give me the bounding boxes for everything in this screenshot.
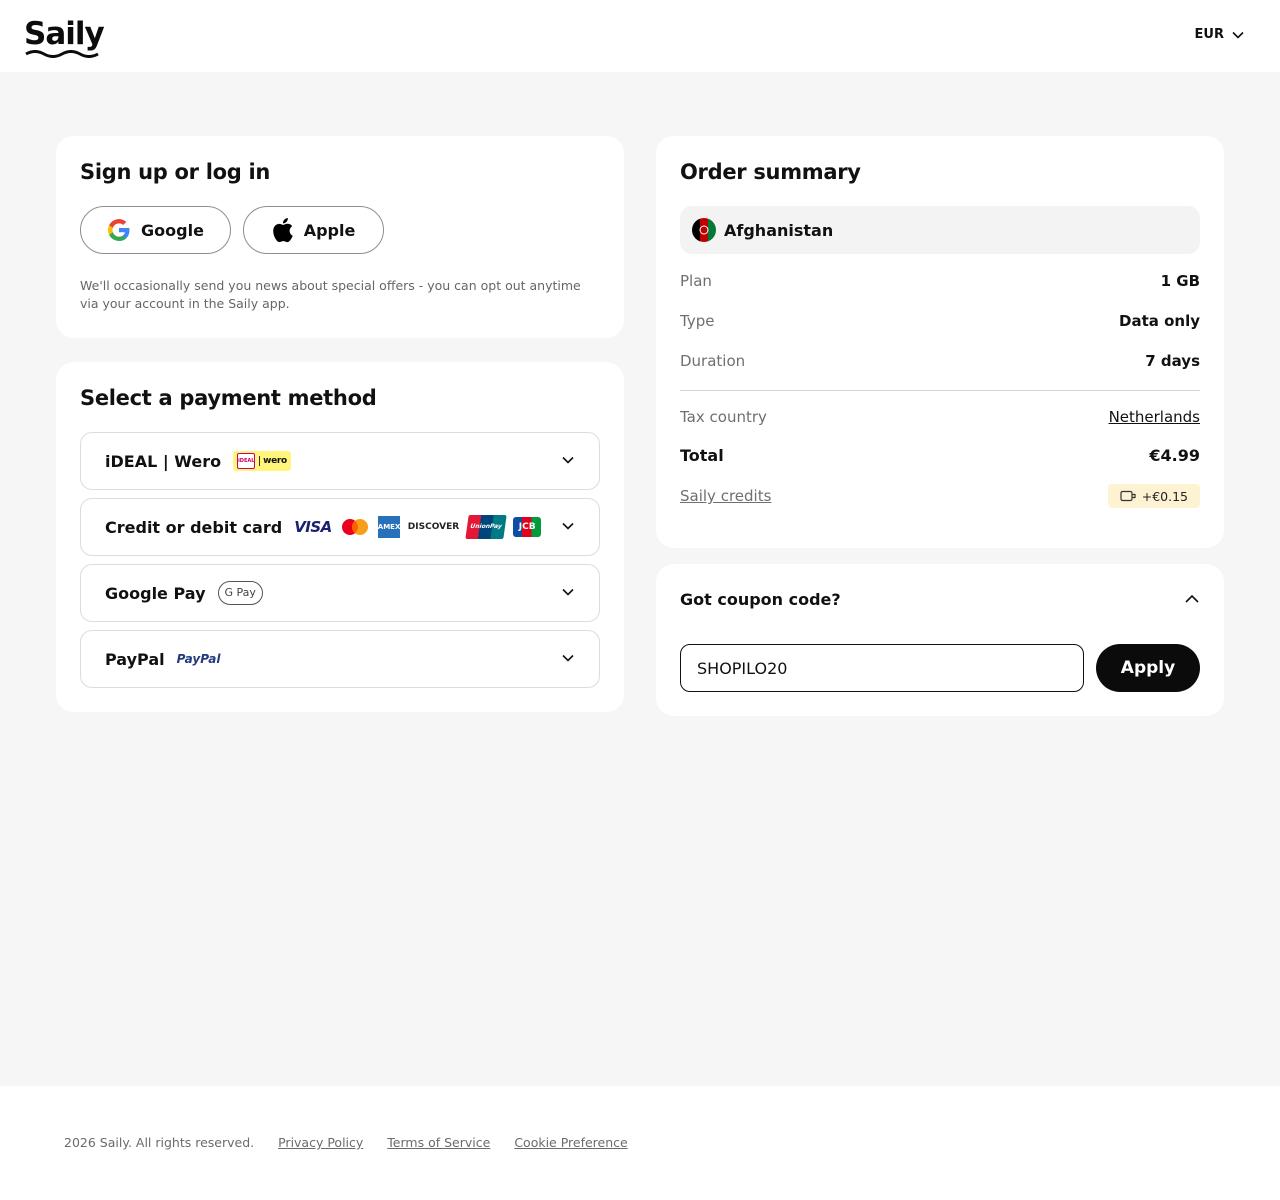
apple-button-label: Apple xyxy=(303,220,356,240)
order-summary-title: Order summary xyxy=(680,160,861,184)
chevron-down-icon xyxy=(562,588,574,596)
tax-country-link[interactable]: Netherlands xyxy=(1109,408,1200,426)
terms-of-service-link[interactable]: Terms of Service xyxy=(387,1135,490,1150)
summary-value: Data only xyxy=(1119,312,1200,330)
summary-row-tax-country: Tax country Netherlands xyxy=(680,408,1200,426)
logo-text: Saily xyxy=(24,16,105,52)
coupon-code-input[interactable] xyxy=(680,644,1084,692)
saily-credits-link[interactable]: Saily credits xyxy=(680,487,771,505)
payment-option-card[interactable]: Credit or debit card VISA AMEX DISCOVER … xyxy=(80,498,600,556)
signup-title: Sign up or log in xyxy=(80,160,271,184)
summary-divider xyxy=(680,390,1200,391)
currency-label: EUR xyxy=(1194,27,1224,42)
wallet-icon xyxy=(1120,490,1136,502)
wero-icon: wero xyxy=(259,456,287,466)
order-summary-card: Order summary Afghanistan Plan 1 GB Type… xyxy=(656,136,1224,548)
payment-option-paypal[interactable]: PayPal PayPal xyxy=(80,630,600,688)
apple-login-button[interactable]: Apple xyxy=(243,206,384,254)
discover-icon: DISCOVER xyxy=(407,522,460,532)
total-label: Total xyxy=(680,446,724,465)
signup-card: Sign up or log in Google Apple We'll occ… xyxy=(56,136,624,338)
afghanistan-flag-icon xyxy=(692,218,716,242)
payment-option-label: Google Pay xyxy=(105,583,206,603)
summary-value: 1 GB xyxy=(1160,272,1200,290)
total-value: €4.99 xyxy=(1149,446,1200,465)
chevron-up-icon[interactable] xyxy=(1184,592,1200,606)
summary-row-plan: Plan 1 GB xyxy=(680,272,1200,290)
payment-option-google-pay[interactable]: Google Pay G Pay xyxy=(80,564,600,622)
chevron-down-icon xyxy=(562,456,574,464)
summary-row-total: Total €4.99 xyxy=(680,446,1200,465)
google-login-button[interactable]: Google xyxy=(80,206,231,254)
apple-icon xyxy=(272,218,293,243)
amex-icon: AMEX xyxy=(377,516,400,538)
visa-icon: VISA xyxy=(294,518,332,536)
privacy-policy-link[interactable]: Privacy Policy xyxy=(278,1135,363,1150)
payment-option-label: Credit or debit card xyxy=(105,517,283,537)
google-icon xyxy=(108,219,130,241)
summary-row-duration: Duration 7 days xyxy=(680,352,1200,370)
chevron-down-icon xyxy=(562,522,574,530)
ideal-wero-logo: iDEAL wero xyxy=(233,451,291,471)
saily-logo[interactable]: Saily xyxy=(24,16,105,58)
country-chip: Afghanistan xyxy=(680,206,1200,254)
top-header: Saily EUR xyxy=(0,0,1280,72)
paypal-icon: PayPal xyxy=(176,652,221,666)
payment-method-card: Select a payment method iDEAL | Wero iDE… xyxy=(56,362,624,712)
newsletter-disclaimer: We'll occasionally send you news about s… xyxy=(80,278,581,311)
unionpay-icon: UnionPay xyxy=(465,515,507,539)
payment-option-ideal-wero[interactable]: iDEAL | Wero iDEAL wero xyxy=(80,432,600,490)
chevron-down-icon xyxy=(1232,31,1244,39)
country-name: Afghanistan xyxy=(724,220,834,240)
summary-key: Type xyxy=(680,312,715,330)
google-pay-icon: G Pay xyxy=(217,581,263,605)
copyright-text: 2026 Saily. All rights reserved. xyxy=(64,1135,255,1150)
mastercard-icon xyxy=(341,519,368,535)
footer-content: 2026 Saily. All rights reserved. Privacy… xyxy=(64,1135,628,1150)
summary-value: 7 days xyxy=(1145,352,1200,370)
summary-key: Plan xyxy=(680,272,712,290)
summary-row-type: Type Data only xyxy=(680,312,1200,330)
logo-wave-icon xyxy=(25,50,99,58)
page-footer: 2026 Saily. All rights reserved. Privacy… xyxy=(0,1086,1280,1200)
currency-selector[interactable]: EUR xyxy=(1195,27,1244,42)
tax-country-label: Tax country xyxy=(680,408,767,426)
coupon-card: Got coupon code? Apply xyxy=(656,564,1224,716)
google-button-label: Google xyxy=(141,220,204,240)
summary-key: Duration xyxy=(680,352,746,370)
credits-value: +€0.15 xyxy=(1141,488,1188,504)
credits-badge: +€0.15 xyxy=(1107,484,1200,508)
payment-option-label: PayPal xyxy=(105,649,165,669)
apply-coupon-button[interactable]: Apply xyxy=(1096,644,1200,692)
summary-row-credits: Saily credits +€0.15 xyxy=(680,484,1200,508)
cookie-preference-link[interactable]: Cookie Preference xyxy=(514,1135,627,1150)
payment-title: Select a payment method xyxy=(80,386,377,410)
jcb-icon: JCB xyxy=(513,517,542,537)
card-brand-logos: VISA AMEX DISCOVER UnionPay JCB xyxy=(294,515,542,539)
coupon-title: Got coupon code? xyxy=(680,590,841,609)
chevron-down-icon xyxy=(562,654,574,662)
ideal-icon: iDEAL xyxy=(237,453,256,469)
payment-option-label: iDEAL | Wero xyxy=(105,451,222,471)
